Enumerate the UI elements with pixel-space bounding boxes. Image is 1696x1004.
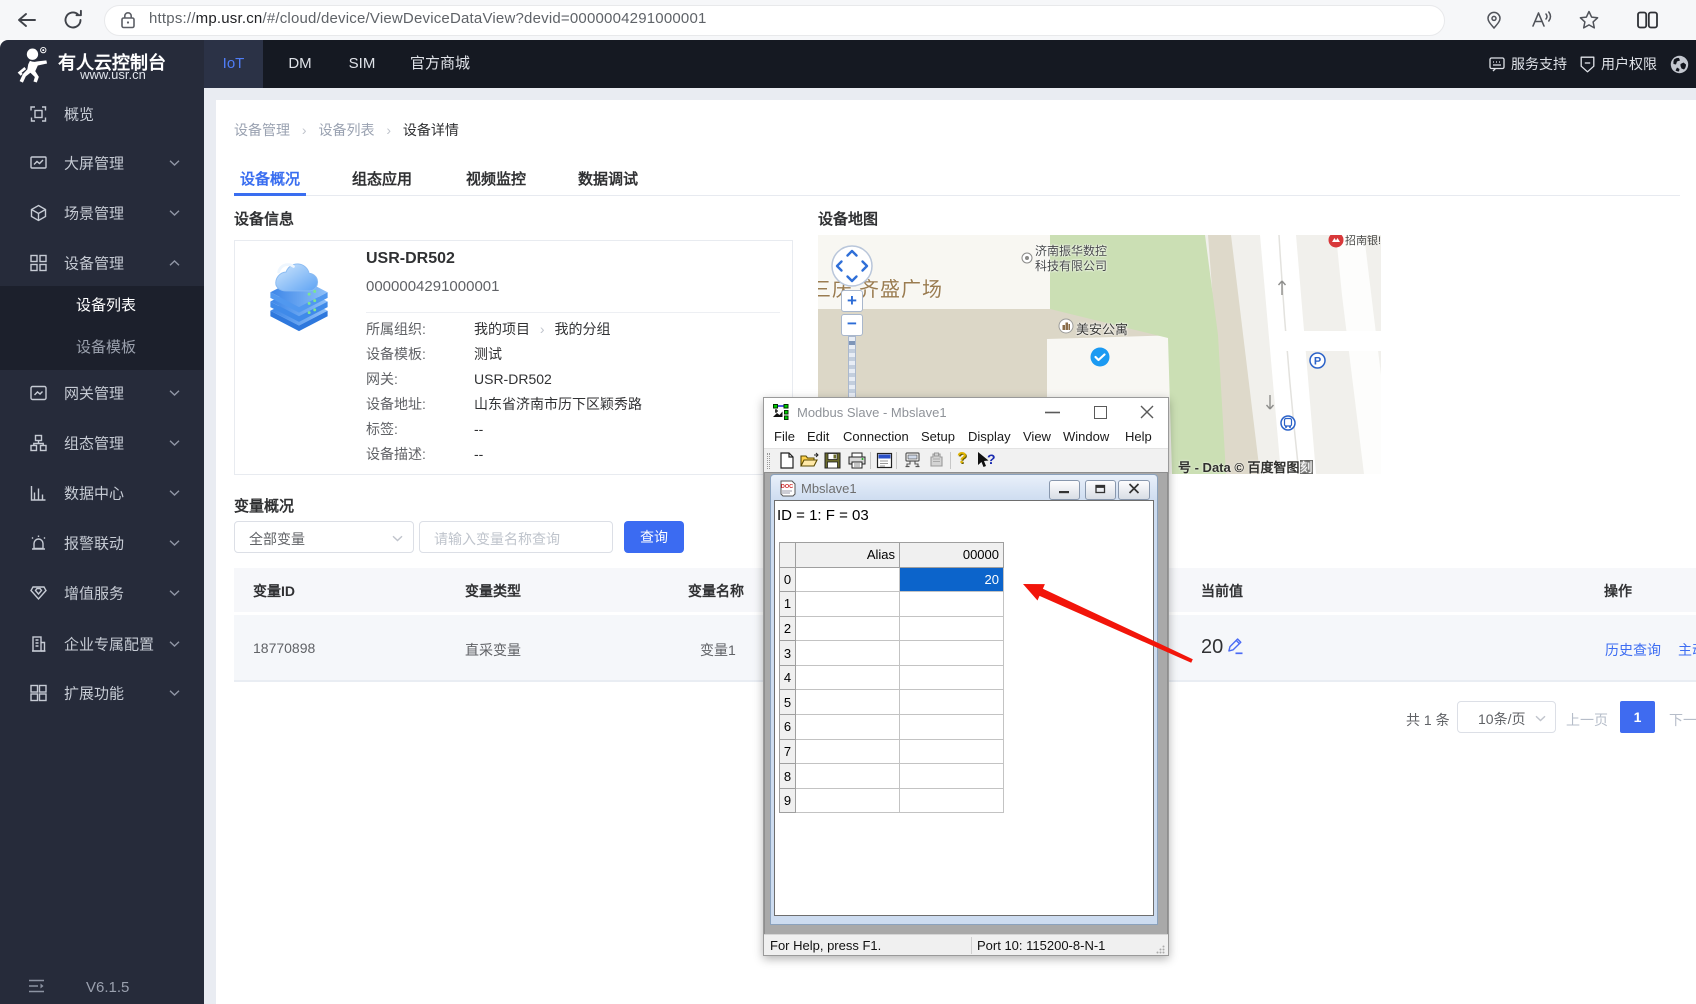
svg-text:DOC: DOC [781,484,793,490]
svg-text:?: ? [987,451,996,467]
svg-text:招南银!: 招南银! [1345,235,1381,247]
svg-text:P: P [1314,356,1321,368]
